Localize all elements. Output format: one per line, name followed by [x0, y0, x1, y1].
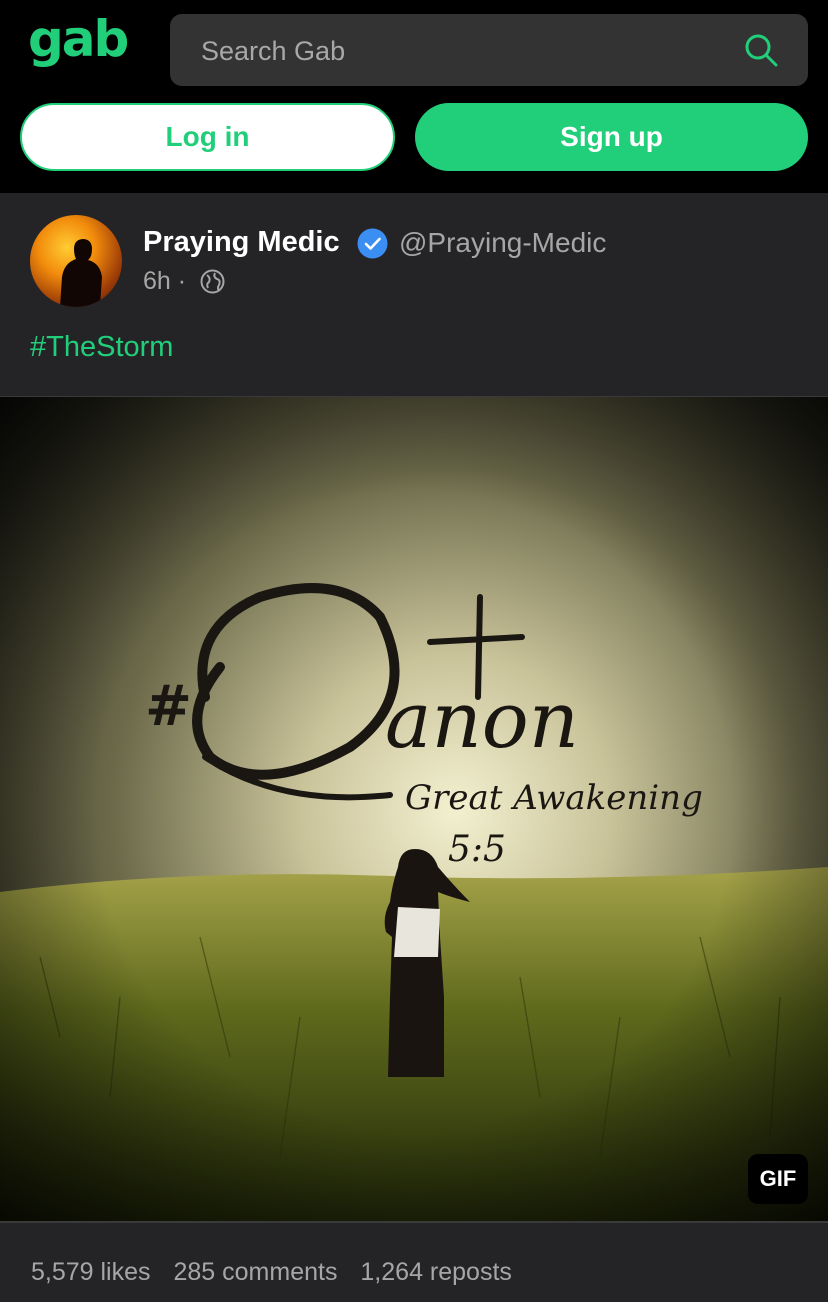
reposts-count[interactable]: 1,264 reposts — [360, 1258, 512, 1286]
search-icon[interactable] — [742, 31, 780, 69]
likes-count[interactable]: 5,579 likes — [31, 1258, 151, 1286]
globe-icon — [200, 269, 225, 294]
meta-separator: · — [177, 267, 187, 295]
gif-badge: GIF — [748, 1154, 808, 1204]
media-image: # anon Great Awakening 5:5 — [0, 397, 828, 1222]
avatar[interactable] — [30, 215, 122, 307]
login-button[interactable]: Log in — [20, 103, 395, 171]
author-name[interactable]: Praying Medic — [143, 226, 340, 259]
media-ref-text: 5:5 — [448, 829, 506, 870]
post-card: Praying Medic @Praying-Medic 6h · #TheSt… — [0, 193, 828, 1302]
post-stats: 5,579 likes 285 comments 1,264 reposts — [31, 1258, 528, 1287]
author-handle[interactable]: @Praying-Medic — [399, 227, 606, 259]
signup-button[interactable]: Sign up — [415, 103, 808, 171]
avatar-silhouette-icon — [60, 239, 102, 307]
stats-divider — [0, 1221, 828, 1223]
top-bar: gab Search Gab Log in Sign up — [0, 0, 828, 193]
verified-badge-icon — [357, 228, 388, 259]
media-subtitle-text: Great Awakening — [405, 778, 703, 818]
comments-count[interactable]: 285 comments — [173, 1258, 337, 1286]
media-title-text: anon — [385, 676, 579, 766]
hashtag-link[interactable]: #TheStorm — [30, 331, 173, 364]
post-time[interactable]: 6h · — [143, 267, 186, 296]
post-media-gif[interactable]: # anon Great Awakening 5:5 GIF — [0, 396, 828, 1222]
search-input[interactable]: Search Gab — [170, 14, 808, 86]
gab-logo[interactable]: gab — [28, 14, 129, 64]
media-hash-glyph: # — [145, 673, 192, 739]
post-timestamp: 6h — [143, 267, 171, 295]
search-placeholder: Search Gab — [201, 36, 346, 66]
